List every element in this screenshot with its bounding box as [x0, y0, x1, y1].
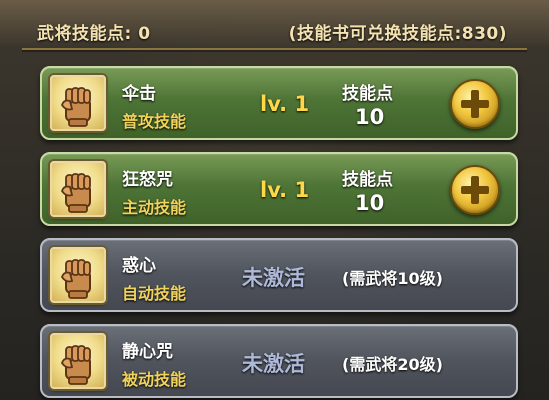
inactive-status: 未激活 — [242, 266, 305, 290]
unlock-requirement: (需武将10级) — [342, 269, 443, 288]
skill-card-4[interactable]: 静心咒 被动技能 未激活 (需武将20级) — [40, 324, 518, 398]
skill-points-cost-value: 10 — [355, 191, 385, 215]
fist-icon — [50, 247, 106, 303]
fist-icon — [50, 75, 106, 131]
upgrade-button[interactable] — [450, 79, 500, 129]
skill-type: 普攻技能 — [122, 112, 187, 131]
fist-icon — [50, 161, 106, 217]
skill-card-3[interactable]: 惑心 自动技能 未激活 (需武将10级) — [40, 238, 518, 312]
inactive-status: 未激活 — [242, 352, 305, 376]
skill-points-label: 武将技能点: 0 — [37, 23, 151, 44]
skill-level: lv. 1 — [260, 178, 310, 202]
skill-type: 自动技能 — [122, 284, 187, 303]
exchangeable-points-label: (技能书可兑换技能点:830) — [288, 23, 507, 44]
skill-points-cost-label: 技能点 — [342, 84, 393, 104]
skill-level: lv. 1 — [260, 92, 310, 116]
plus-icon — [461, 90, 489, 118]
fist-icon — [50, 333, 106, 389]
skill-type: 被动技能 — [122, 370, 187, 389]
unlock-requirement: (需武将20级) — [342, 355, 443, 374]
skill-name: 伞击 — [122, 84, 156, 104]
skill-points-cost-label: 技能点 — [342, 170, 393, 190]
skill-points-header: 武将技能点: 0 (技能书可兑换技能点:830) — [22, 14, 527, 50]
skill-points-cost-value: 10 — [355, 105, 385, 129]
skill-type: 主动技能 — [122, 198, 187, 217]
upgrade-button[interactable] — [450, 165, 500, 215]
skill-card-1[interactable]: 伞击 普攻技能 lv. 1 技能点 10 — [40, 66, 518, 140]
skill-name: 静心咒 — [122, 342, 173, 362]
skill-name: 惑心 — [122, 256, 156, 276]
plus-icon — [461, 176, 489, 204]
skill-card-2[interactable]: 狂怒咒 主动技能 lv. 1 技能点 10 — [40, 152, 518, 226]
skill-name: 狂怒咒 — [122, 170, 173, 190]
